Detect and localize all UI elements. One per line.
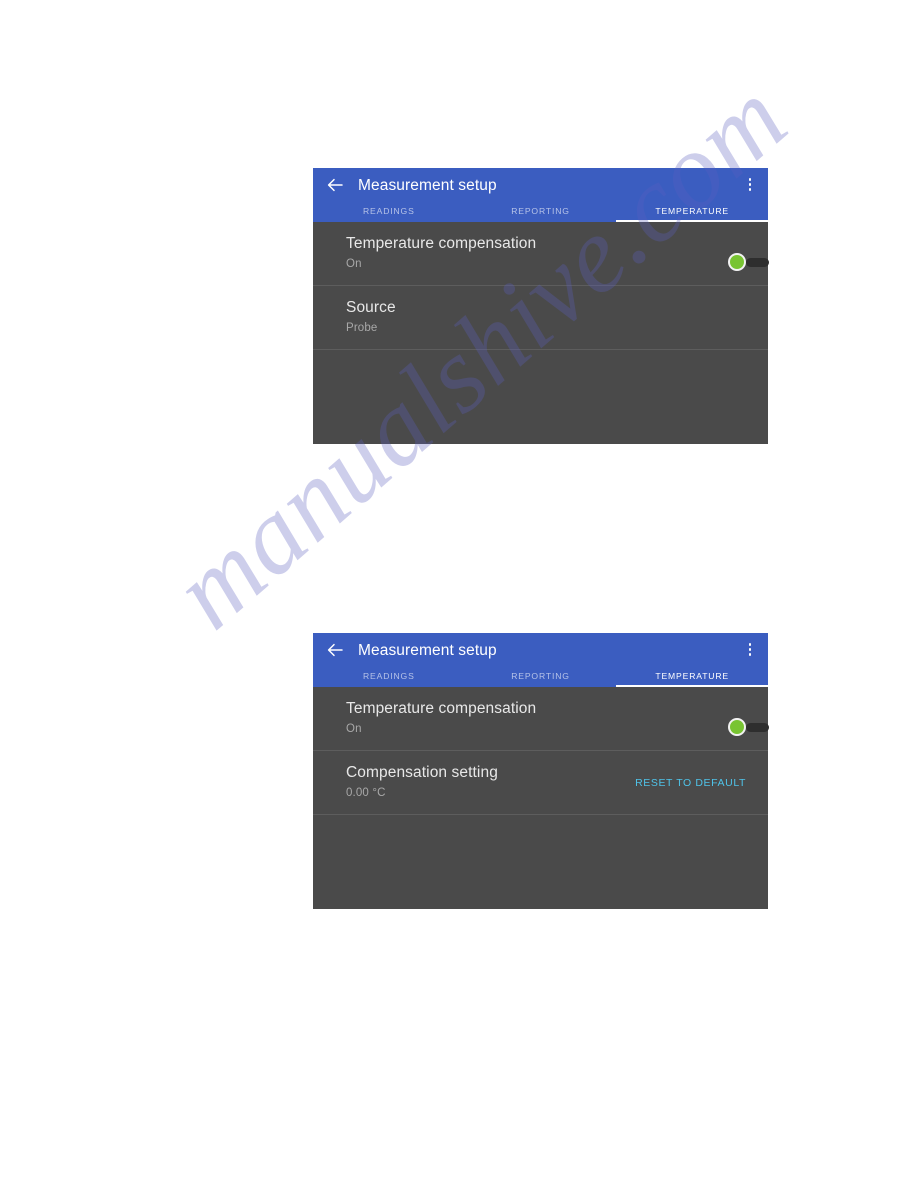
tab-bar: READINGS REPORTING TEMPERATURE: [313, 666, 768, 687]
more-vertical-icon[interactable]: [742, 175, 758, 195]
list-item-title: Source: [346, 298, 396, 316]
measurement-setup-screen-1: Measurement setup READINGS REPORTING TEM…: [313, 168, 769, 444]
tab-readings[interactable]: READINGS: [313, 666, 465, 687]
tab-label: TEMPERATURE: [655, 205, 729, 216]
row-texts: Temperature compensation On: [346, 235, 734, 272]
toggle-track: [746, 258, 769, 268]
tab-label: REPORTING: [511, 205, 570, 216]
reset-to-default-button[interactable]: RESET TO DEFAULT: [635, 777, 746, 789]
row-action: RESET TO DEFAULT: [635, 773, 746, 791]
app-bar: Measurement setup READINGS REPORTING TEM…: [313, 168, 768, 222]
row-texts: Compensation setting 0.00 °C: [346, 764, 623, 801]
tab-label: TEMPERATURE: [655, 670, 729, 681]
list-item-subtitle: 0.00 °C: [346, 786, 386, 799]
tab-label: REPORTING: [511, 670, 570, 681]
list-item-temperature-compensation[interactable]: Temperature compensation On: [313, 687, 769, 751]
tab-readings[interactable]: READINGS: [313, 201, 465, 222]
page-title: Measurement setup: [358, 641, 497, 659]
tab-reporting[interactable]: REPORTING: [465, 666, 617, 687]
row-texts: Temperature compensation On: [346, 700, 734, 737]
list-item-title: Temperature compensation: [346, 700, 537, 717]
tab-reporting[interactable]: REPORTING: [465, 201, 617, 222]
settings-list: Temperature compensation On Source Probe: [313, 222, 769, 444]
tab-bar: READINGS REPORTING TEMPERATURE: [313, 201, 768, 222]
list-item-subtitle: Probe: [346, 321, 378, 334]
row-texts: Source Probe: [346, 299, 746, 336]
list-item-title: Compensation setting: [346, 763, 498, 781]
tab-temperature[interactable]: TEMPERATURE: [616, 201, 768, 222]
list-item-subtitle: On: [346, 257, 362, 270]
list-item-temperature-compensation[interactable]: Temperature compensation On: [313, 222, 769, 286]
arrow-left-icon[interactable]: [326, 641, 344, 659]
app-bar-top-row: Measurement setup: [313, 168, 768, 201]
page-title: Measurement setup: [358, 176, 497, 194]
tab-label: READINGS: [362, 205, 415, 216]
toggle-thumb: [728, 253, 746, 272]
measurement-setup-screen-2: Measurement setup READINGS REPORTING TEM…: [313, 633, 769, 909]
arrow-left-icon[interactable]: [326, 176, 344, 194]
settings-list: Temperature compensation On Compensation…: [313, 687, 769, 909]
list-item-compensation-setting[interactable]: Compensation setting 0.00 °C RESET TO DE…: [313, 751, 768, 815]
tab-temperature[interactable]: TEMPERATURE: [616, 666, 768, 687]
list-item-source[interactable]: Source Probe: [313, 286, 768, 350]
toggle-track: [746, 723, 769, 733]
list-item-title: Temperature compensation: [346, 235, 537, 252]
more-vertical-icon[interactable]: [742, 640, 758, 660]
app-bar: Measurement setup READINGS REPORTING TEM…: [313, 633, 768, 687]
tab-label: READINGS: [362, 670, 415, 681]
list-item-subtitle: On: [346, 722, 362, 735]
app-bar-top-row: Measurement setup: [313, 633, 768, 666]
toggle-thumb: [728, 718, 746, 737]
